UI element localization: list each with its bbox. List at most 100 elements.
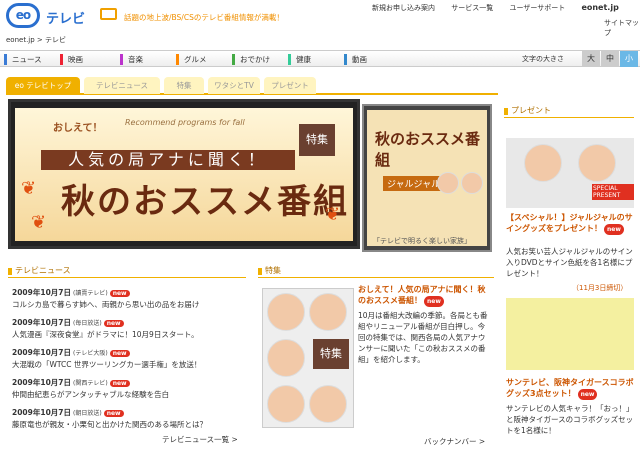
new-badge: new <box>424 296 444 307</box>
feature-backnumber-link[interactable]: バックナンバー > <box>424 436 485 447</box>
link-eonet[interactable]: eonet.jp <box>581 3 618 12</box>
banner-recommend: Recommend programs for fall <box>125 118 245 127</box>
font-size-medium[interactable]: 中 <box>601 51 619 67</box>
main-banner[interactable]: おしえて！ Recommend programs for fall 人気の局アナ… <box>8 99 360 249</box>
thumb-jaru: ジャルジャル <box>383 176 445 191</box>
section-tabs: eo テレビトップ テレビニュース 特集 ワタシとTV プレゼント <box>6 77 498 95</box>
new-badge: new <box>109 350 130 357</box>
new-badge: new <box>103 410 124 417</box>
breadcrumb[interactable]: eonet.jp > テレビ <box>0 35 640 47</box>
tv-icon <box>100 8 117 20</box>
eonet-logo[interactable]: eo <box>6 3 40 28</box>
present-1-text: 人気お笑い芸人ジャルジャルのサイン入りDVDとサイン色紙を各1名様にプレゼント！ <box>506 247 633 278</box>
present-image-2[interactable] <box>506 298 634 370</box>
news-source: (テレビ大阪) <box>73 350 108 357</box>
avatar <box>267 293 305 331</box>
news-item[interactable]: 2009年10月7日 (朝日放送) new 藤原竜也が親友・小栗旬と出かけた関西のある… <box>12 407 244 430</box>
present-1-title[interactable]: 【スペシャル！】ジャルジャルのサイングッズをプレゼント！ new <box>506 212 634 235</box>
tab-present[interactable]: プレゼント <box>264 77 316 94</box>
site-header: eo テレビ 話題の地上波/BS/CSのテレビ番組情報が満載！ 新規お申し込み案… <box>0 0 640 37</box>
maple-leaf-icon: ❦ <box>325 204 341 225</box>
thumb-image: 秋のおススメ番組 ジャルジャル 「テレビで明るく楽しい家族」 <box>367 110 487 246</box>
news-item[interactable]: 2009年10月7日 (毎日放送) new 人気漫画『深夜食堂』がドラマに！10月9日… <box>12 317 244 340</box>
new-badge: new <box>103 320 124 327</box>
link-signup[interactable]: 新規お申し込み案内 <box>372 4 435 12</box>
news-headline[interactable]: 人気漫画『深夜食堂』がドラマに！10月9日スタート。 <box>12 329 244 340</box>
avatar <box>267 339 305 377</box>
news-headline[interactable]: コルシカ島で暮らす姉へ、両親から思い出の品をお届け <box>12 299 244 310</box>
feature-body: 10月は番組大改編の季節。各局とも番組やリニューアル番組が目白押し。今回の特集で… <box>358 311 488 364</box>
news-item[interactable]: 2009年10月7日 (関西テレビ) new 仲間由紀恵らがアンタッチャブルな経験を告… <box>12 377 244 400</box>
news-section-title: テレビニュース <box>8 264 246 278</box>
feature-headline[interactable]: おしえて！人気の局アナに聞く！秋のおススメ番組！ new <box>358 284 492 307</box>
banner-image: おしえて！ Recommend programs for fall 人気の局アナ… <box>15 108 353 241</box>
feature-section-title: 特集 <box>258 264 494 278</box>
avatar <box>461 172 483 194</box>
news-more-link[interactable]: テレビニュース一覧 > <box>162 434 238 445</box>
present-deadline: （11月3日締切） <box>572 284 628 292</box>
feature-image[interactable]: 特集 <box>262 288 354 428</box>
section-title[interactable]: テレビ <box>46 8 85 27</box>
avatar <box>267 385 305 423</box>
tab-tv-top[interactable]: eo テレビトップ <box>6 77 80 94</box>
present-2-text: サンテレビの人気キャラ！「おっ！」と阪神タイガースのコラボグッズセットを1名様に… <box>506 404 634 435</box>
link-services[interactable]: サービス一覧 <box>451 4 493 12</box>
font-size-large[interactable]: 大 <box>582 51 600 67</box>
tab-tv-news[interactable]: テレビニュース <box>84 77 160 94</box>
banner-oshiete: おしえて！ <box>53 123 103 134</box>
present-image-1[interactable]: SPECIAL PRESENT <box>506 138 634 208</box>
top-links: 新規お申し込み案内 サービス一覧 ユーザーサポート eonet.jp <box>372 3 619 13</box>
news-source: (関西テレビ) <box>73 380 108 387</box>
new-badge: new <box>604 224 624 235</box>
nav-video[interactable]: 動画 <box>344 54 367 65</box>
avatar <box>578 144 616 182</box>
nav-outing[interactable]: おでかけ <box>232 54 270 65</box>
tab-feature[interactable]: 特集 <box>164 77 204 94</box>
news-headline[interactable]: 藤原竜也が親友・小栗旬と出かけた関西のある場所とは？ <box>12 419 244 430</box>
new-badge: new <box>109 380 130 387</box>
nav-health[interactable]: 健康 <box>288 54 311 65</box>
maple-leaf-icon: ❦ <box>31 212 47 233</box>
maple-leaf-icon: ❦ <box>21 178 37 199</box>
news-date: 2009年10月7日 <box>12 378 72 387</box>
news-headline[interactable]: 大混戦の「WTCC 世界ツーリングカー選手権」を放送！ <box>12 359 244 370</box>
special-present-badge: SPECIAL PRESENT <box>592 184 634 200</box>
tab-watashi-tv[interactable]: ワタシとTV <box>208 77 260 94</box>
news-date: 2009年10月7日 <box>12 318 72 327</box>
avatar <box>437 172 459 194</box>
present-section-title: プレゼント <box>504 104 634 118</box>
thumb-caption: 「テレビで明るく楽しい家族」 <box>373 237 471 245</box>
banner-thumbnail[interactable]: 秋のおススメ番組 ジャルジャル 「テレビで明るく楽しい家族」 <box>362 104 492 252</box>
banner-tokusyu: 特集 <box>299 124 335 156</box>
avatar <box>309 385 347 423</box>
present-2-title-text[interactable]: サンテレビ、阪神タイガースコラボグッズ3点セット！ <box>506 378 634 398</box>
nav-movie[interactable]: 映画 <box>60 54 83 65</box>
nav-music[interactable]: 音楽 <box>120 54 143 65</box>
avatar <box>524 144 562 182</box>
news-source: (毎日放送) <box>73 320 102 327</box>
font-size-small[interactable]: 小 <box>620 51 638 67</box>
banner-band: 人気の局アナに聞く！ <box>41 150 295 170</box>
banner-headline: 秋のおススメ番組 <box>61 182 349 222</box>
feature-tokusyu: 特集 <box>313 339 349 369</box>
thumb-headline: 秋のおススメ番組 <box>375 130 481 169</box>
news-date: 2009年10月7日 <box>12 348 72 357</box>
news-headline[interactable]: 仲間由紀恵らがアンタッチャブルな経験を告白 <box>12 389 244 400</box>
category-nav: ニュース 映画 音楽 グルメ おでかけ 健康 動画 文字の大きさ 大 中 小 <box>0 50 640 67</box>
news-item[interactable]: 2009年10月7日 (讀賣テレビ) new コルシカ島で暮らす姉へ、両親から思い出の… <box>12 287 244 310</box>
present-2-title[interactable]: サンテレビ、阪神タイガースコラボグッズ3点セット！ new <box>506 377 634 400</box>
font-size-label: 文字の大きさ <box>522 55 564 63</box>
news-source: (朝日放送) <box>73 410 102 417</box>
news-date: 2009年10月7日 <box>12 408 72 417</box>
tagline: 話題の地上波/BS/CSのテレビ番組情報が満載！ <box>124 13 284 22</box>
new-badge: new <box>109 290 130 297</box>
news-source: (讀賣テレビ) <box>73 290 108 297</box>
nav-news[interactable]: ニュース <box>4 54 42 65</box>
news-item[interactable]: 2009年10月7日 (テレビ大阪) new 大混戦の「WTCC 世界ツーリングカー選… <box>12 347 244 370</box>
new-badge: new <box>577 389 598 400</box>
link-support[interactable]: ユーザーサポート <box>509 4 565 12</box>
feature-headline-text[interactable]: おしえて！人気の局アナに聞く！秋のおススメ番組！ <box>358 285 485 305</box>
news-date: 2009年10月7日 <box>12 288 72 297</box>
avatar <box>309 293 347 331</box>
nav-gourmet[interactable]: グルメ <box>176 54 207 65</box>
